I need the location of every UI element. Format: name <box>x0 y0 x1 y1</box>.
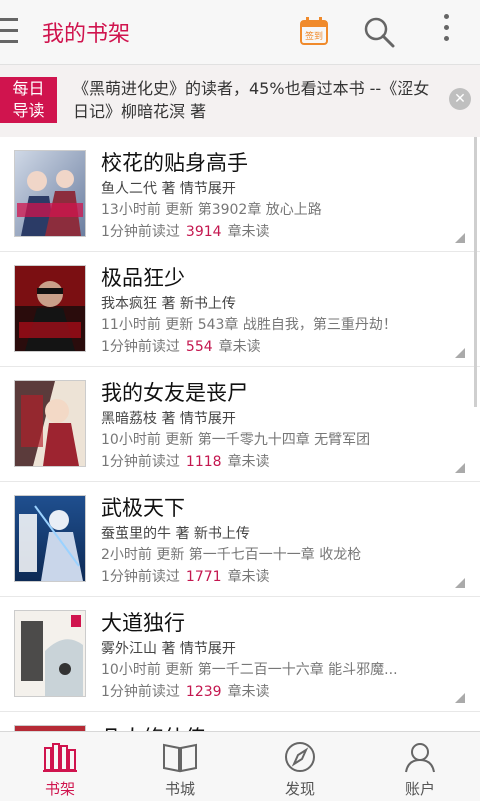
tab-bookstore[interactable]: 书城 <box>120 732 240 801</box>
read-time: 1分钟前读过 <box>101 684 180 700</box>
book-update: 10小时前 更新 第一千二百一十六章 能斗邪魔... <box>101 662 398 678</box>
unread-suffix: 章未读 <box>227 454 270 470</box>
book-title: 凡人修仙传 <box>101 722 206 731</box>
book-item[interactable]: 武极天下 蚕茧里的牛 著 新书上传 2小时前 更新 第一千七百一十一章 收龙枪 … <box>0 482 480 597</box>
unread-count: 1239 <box>185 684 222 700</box>
read-time: 1分钟前读过 <box>101 454 180 470</box>
unread-suffix: 章未读 <box>227 224 270 240</box>
corner-menu-icon[interactable] <box>455 348 465 358</box>
book-author: 蚕茧里的牛 著 新书上传 <box>101 526 250 542</box>
tab-discover[interactable]: 发现 <box>240 732 360 801</box>
search-button[interactable] <box>362 16 396 48</box>
search-icon <box>364 17 395 48</box>
user-icon <box>405 743 435 773</box>
scrollbar[interactable] <box>474 137 477 407</box>
tab-bookshelf[interactable]: 书架 <box>0 732 120 801</box>
open-book-icon <box>163 743 197 773</box>
unread-count: 554 <box>185 339 213 355</box>
book-cover-image <box>15 381 85 466</box>
book-update: 10小时前 更新 第一千零九十四章 无臂军团 <box>101 432 371 448</box>
book-cover-image <box>15 151 85 236</box>
corner-menu-icon[interactable] <box>455 693 465 703</box>
book-title: 校花的贴身高手 <box>101 151 248 175</box>
book-title: 我的女友是丧尸 <box>101 381 248 405</box>
bookshelf-icon <box>43 743 77 772</box>
book-read-status: 1分钟前读过 554 章未读 <box>101 336 261 356</box>
bottom-navigation: 书架 书城 发现 账户 <box>0 731 480 801</box>
book-item[interactable]: 大道独行 雾外江山 著 情节展开 10小时前 更新 第一千二百一十六章 能斗邪魔… <box>0 597 480 712</box>
daily-badge: 每日导读 <box>0 77 57 123</box>
tab-label: 发现 <box>284 780 315 798</box>
hamburger-menu-icon[interactable] <box>0 18 20 44</box>
book-item[interactable]: 校花的贴身高手 鱼人二代 著 情节展开 13小时前 更新 第3902章 放心上路… <box>0 137 480 252</box>
read-time: 1分钟前读过 <box>101 569 180 585</box>
unread-count: 1118 <box>185 454 222 470</box>
book-update: 11小时前 更新 543章 战胜自我，第三重丹劫！ <box>101 317 397 333</box>
unread-suffix: 章未读 <box>227 684 270 700</box>
daily-recommend-banner[interactable]: 每日导读 《黑萌进化史》的读者，45%也看过本书 --《涩女日记》柳暗花溟 著 <box>0 65 480 138</box>
unread-count: 3914 <box>185 224 222 240</box>
book-author: 雾外江山 著 情节展开 <box>101 641 236 657</box>
tab-label: 账户 <box>404 780 435 798</box>
close-icon[interactable]: ✕ <box>449 88 471 110</box>
book-update: 2小时前 更新 第一千七百一十一章 收龙枪 <box>101 547 362 563</box>
corner-menu-icon[interactable] <box>455 578 465 588</box>
book-title: 极品狂少 <box>101 266 185 290</box>
book-cover-image <box>15 266 85 351</box>
calendar-checkin-icon: 签到 <box>300 17 328 45</box>
app-header: 我的书架 签到 <box>0 0 480 65</box>
daily-badge-text: 每日导读 <box>12 79 45 120</box>
more-vertical-icon[interactable] <box>440 14 452 48</box>
book-read-status: 1分钟前读过 1771 章未读 <box>101 566 270 586</box>
corner-menu-icon[interactable] <box>455 233 465 243</box>
book-title: 武极天下 <box>101 496 185 520</box>
book-update: 13小时前 更新 第3902章 放心上路 <box>101 202 322 218</box>
bookshelf-list[interactable]: 校花的贴身高手 鱼人二代 著 情节展开 13小时前 更新 第3902章 放心上路… <box>0 137 480 731</box>
book-author: 鱼人二代 著 情节展开 <box>101 181 236 197</box>
unread-suffix: 章未读 <box>218 339 261 355</box>
tab-label: 书城 <box>164 780 195 798</box>
read-time: 1分钟前读过 <box>101 224 180 240</box>
unread-count: 1771 <box>185 569 222 585</box>
book-title: 大道独行 <box>101 611 185 635</box>
book-cover-image <box>15 496 85 581</box>
corner-menu-icon[interactable] <box>455 463 465 473</box>
book-cover-image <box>15 611 85 696</box>
book-author: 黑暗荔枝 著 情节展开 <box>101 411 236 427</box>
book-read-status: 1分钟前读过 3914 章未读 <box>101 221 270 241</box>
book-item[interactable]: 我的女友是丧尸 黑暗荔枝 著 情节展开 10小时前 更新 第一千零九十四章 无臂… <box>0 367 480 482</box>
tab-account[interactable]: 账户 <box>360 732 480 801</box>
tab-label: 书架 <box>44 780 75 798</box>
checkin-button[interactable]: 签到 <box>300 17 328 45</box>
recommend-text[interactable]: 《黑萌进化史》的读者，45%也看过本书 --《涩女日记》柳暗花溟 著 <box>73 77 439 123</box>
book-item[interactable]: 凡人修仙传 <box>0 712 480 731</box>
read-time: 1分钟前读过 <box>101 339 180 355</box>
page-title: 我的书架 <box>42 22 131 47</box>
compass-icon <box>285 742 315 772</box>
book-item[interactable]: 极品狂少 我本疯狂 著 新书上传 11小时前 更新 543章 战胜自我，第三重丹… <box>0 252 480 367</box>
unread-suffix: 章未读 <box>227 569 270 585</box>
book-read-status: 1分钟前读过 1118 章未读 <box>101 451 270 471</box>
book-read-status: 1分钟前读过 1239 章未读 <box>101 681 270 701</box>
book-author: 我本疯狂 著 新书上传 <box>101 296 236 312</box>
checkin-label: 签到 <box>305 30 323 42</box>
